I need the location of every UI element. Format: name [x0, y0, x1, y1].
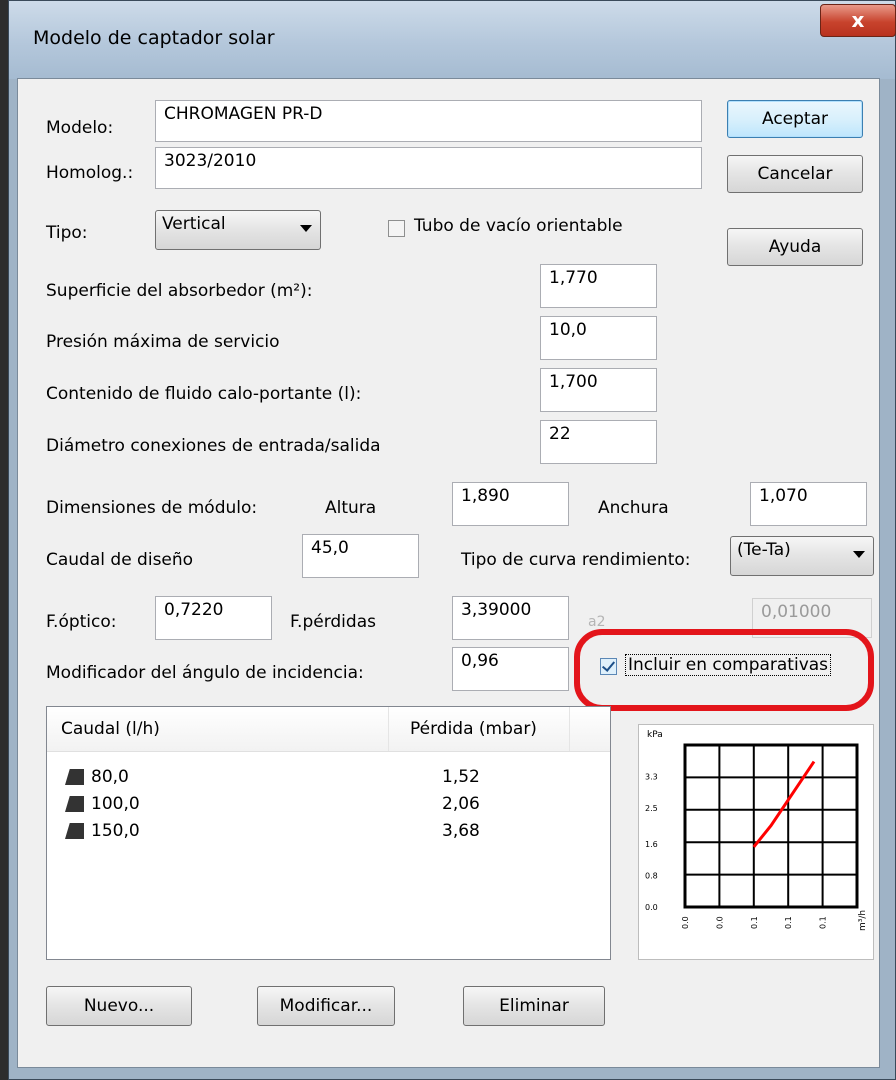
window-edge — [0, 0, 8, 1080]
caudal-input[interactable]: 45,0 — [302, 534, 419, 578]
cell-perdida: 2,06 — [442, 794, 480, 814]
cell-perdida: 1,52 — [442, 767, 480, 787]
x-tick-label: 0.1 — [784, 916, 793, 929]
column-header-caudal[interactable]: Caudal (l/h) — [61, 719, 160, 739]
x-tick-label: 0.1 — [750, 916, 759, 929]
anchura-input[interactable]: 1,070 — [750, 482, 867, 526]
caudal-perdida-table[interactable]: Caudal (l/h) Pérdida (mbar) 80,0 1,52 10… — [46, 706, 611, 960]
modificar-button[interactable]: Modificar... — [257, 986, 395, 1026]
row-icon — [65, 823, 84, 839]
y-tick-label: 1.6 — [645, 840, 658, 849]
close-button[interactable]: x — [820, 4, 896, 37]
foptico-label: F.óptico: — [46, 612, 117, 632]
cancelar-button[interactable]: Cancelar — [727, 155, 863, 193]
nuevo-button[interactable]: Nuevo... — [46, 986, 192, 1026]
fperdidas-label: F.pérdidas — [290, 612, 376, 632]
tubo-label: Tubo de vacío orientable — [414, 216, 623, 236]
row-icon — [65, 769, 84, 785]
curva-select[interactable]: (Te-Ta) — [730, 536, 874, 576]
x-tick-label: 0.0 — [681, 916, 690, 929]
table-row[interactable]: 100,0 2,06 — [47, 792, 610, 819]
superficie-label: Superficie del absorbedor (m²): — [46, 281, 313, 301]
contenido-label: Contenido de fluido calo-portante (l): — [46, 384, 362, 404]
eliminar-button[interactable]: Eliminar — [463, 986, 605, 1026]
cell-caudal: 150,0 — [91, 821, 140, 841]
superficie-input[interactable]: 1,770 — [540, 264, 657, 308]
fperdidas-input[interactable]: 3,39000 — [452, 596, 569, 640]
column-header-perdida[interactable]: Pérdida (mbar) — [410, 719, 537, 739]
table-row[interactable]: 150,0 3,68 — [47, 819, 610, 846]
cell-caudal: 100,0 — [91, 794, 140, 814]
y-tick-label: 0.8 — [645, 871, 658, 880]
tipo-value: Vertical — [162, 214, 226, 234]
y-axis-label: kPa — [647, 730, 663, 740]
chevron-down-icon — [300, 225, 312, 232]
table-header: Caudal (l/h) Pérdida (mbar) — [47, 707, 610, 752]
chevron-down-icon — [853, 551, 865, 558]
modelo-label: Modelo: — [46, 118, 114, 138]
caudal-label: Caudal de diseño — [46, 550, 194, 570]
cell-perdida: 3,68 — [442, 821, 480, 841]
x-axis-label: m³/h — [858, 910, 868, 931]
foptico-input[interactable]: 0,7220 — [155, 596, 272, 640]
title-bar[interactable]: Modelo de captador solar x — [9, 1, 896, 79]
ayuda-button[interactable]: Ayuda — [727, 228, 863, 266]
dimensiones-label: Dimensiones de módulo: — [46, 498, 258, 518]
diametro-label: Diámetro conexiones de entrada/salida — [46, 436, 381, 456]
window-title: Modelo de captador solar — [33, 27, 275, 49]
presion-input[interactable]: 10,0 — [540, 316, 657, 360]
curva-label: Tipo de curva rendimiento: — [461, 550, 691, 570]
presion-label: Presión máxima de servicio — [46, 332, 280, 352]
column-divider[interactable] — [388, 707, 389, 751]
a2-label: a2 — [588, 614, 606, 630]
altura-input[interactable]: 1,890 — [452, 482, 569, 526]
contenido-input[interactable]: 1,700 — [540, 368, 657, 412]
table-row[interactable]: 80,0 1,52 — [47, 765, 610, 792]
modificador-label: Modificador del ángulo de incidencia: — [46, 663, 364, 683]
altura-label: Altura — [325, 498, 377, 518]
aceptar-button[interactable]: Aceptar — [727, 100, 863, 138]
anchura-label: Anchura — [598, 498, 669, 518]
chart-svg: 0.0 0.8 1.6 2.5 3.3 0.0 0.0 0.1 0.1 0.1 kPa m³/h — [645, 730, 868, 931]
x-tick-label: 0.0 — [715, 916, 724, 929]
y-tick-label: 0.0 — [645, 903, 658, 912]
close-icon: x — [851, 8, 865, 32]
diametro-input[interactable]: 22 — [540, 420, 657, 464]
row-icon — [65, 796, 84, 812]
tubo-checkbox[interactable] — [388, 220, 405, 237]
tipo-select[interactable]: Vertical — [155, 210, 321, 250]
column-divider[interactable] — [569, 707, 570, 751]
cell-caudal: 80,0 — [91, 767, 129, 787]
modelo-input[interactable]: CHROMAGEN PR-D — [155, 100, 702, 142]
series-line — [752, 760, 816, 848]
curva-value: (Te-Ta) — [737, 540, 791, 560]
x-tick-label: 0.1 — [819, 916, 828, 929]
pressure-loss-chart: 0.0 0.8 1.6 2.5 3.3 0.0 0.0 0.1 0.1 0.1 kPa m³/h — [638, 724, 874, 960]
y-tick-label: 3.3 — [645, 773, 658, 782]
y-tick-label: 2.5 — [645, 804, 658, 813]
tipo-label: Tipo: — [46, 223, 88, 243]
highlight-annotation — [574, 629, 874, 711]
modificador-input[interactable]: 0,96 — [452, 647, 569, 691]
homolog-input[interactable]: 3023/2010 — [155, 147, 702, 189]
homolog-label: Homolog.: — [46, 163, 134, 183]
